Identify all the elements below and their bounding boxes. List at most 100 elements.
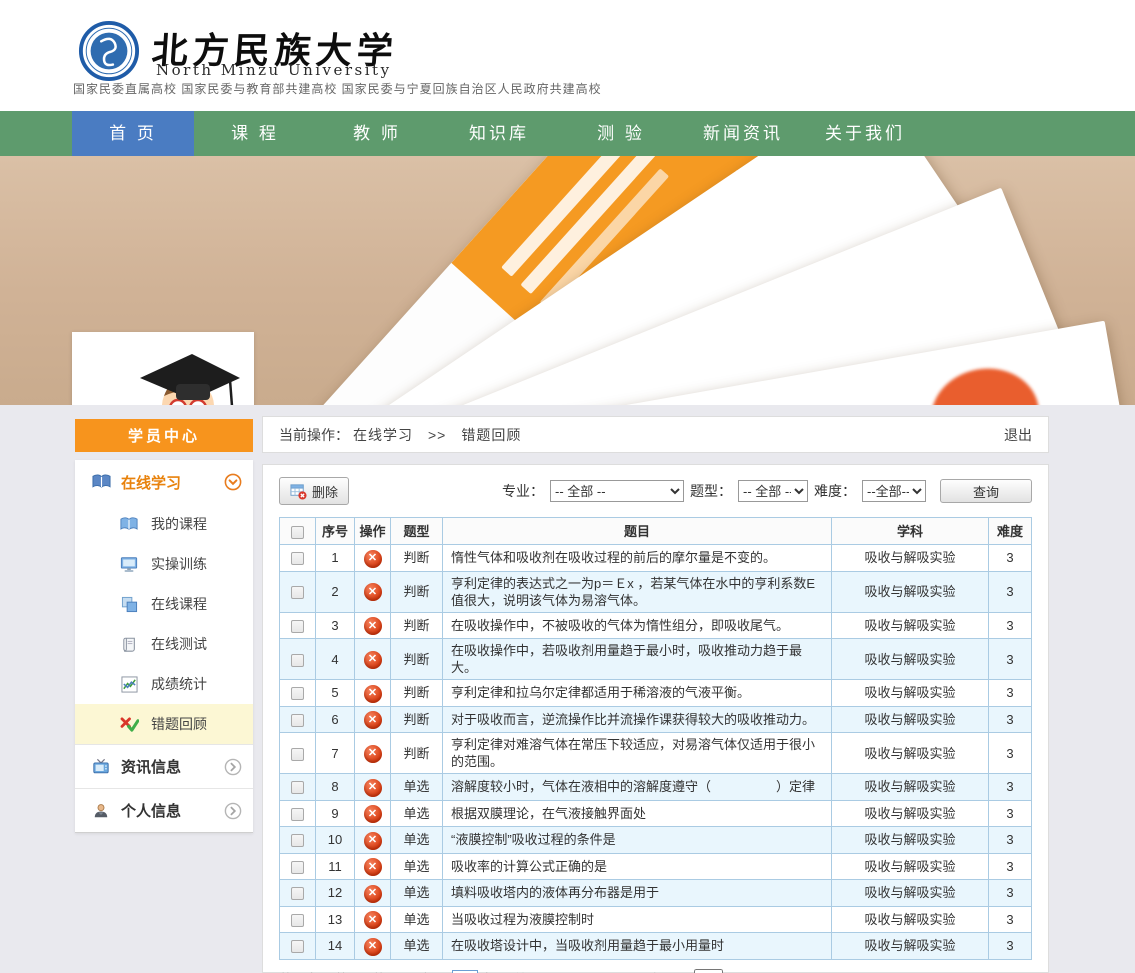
row-checkbox[interactable]: [291, 552, 304, 565]
delete-cross-icon[interactable]: ✕: [364, 805, 382, 823]
nav-item[interactable]: 新闻资讯: [682, 111, 804, 156]
sidebar-item[interactable]: 实操训练: [75, 544, 253, 584]
sidebar-item[interactable]: 错题回顾: [75, 704, 253, 744]
table-row: 14✕单选在吸收塔设计中，当吸收剂用量趋于最小用量时吸收与解吸实验3: [280, 933, 1032, 960]
nav-item[interactable]: 课 程: [194, 111, 316, 156]
tv-icon: [91, 757, 111, 777]
question-difficulty: 3: [989, 906, 1032, 933]
table-row: 13✕单选当吸收过程为液膜控制时吸收与解吸实验3: [280, 906, 1032, 933]
row-checkbox[interactable]: [291, 714, 304, 727]
nav-item[interactable]: 关于我们: [804, 111, 926, 156]
filter-select-major[interactable]: -- 全部 --: [550, 480, 684, 502]
question-title: 根据双膜理论，在气液接触界面处: [443, 800, 832, 827]
sidebar-item-label: 在线课程: [151, 594, 207, 614]
row-checkbox[interactable]: [291, 808, 304, 821]
delete-cross-icon[interactable]: ✕: [364, 711, 382, 729]
question-subject: 吸收与解吸实验: [832, 680, 989, 707]
question-title: 溶解度较小时，气体在液相中的溶解度遵守（ ）定律: [443, 774, 832, 801]
delete-cross-icon[interactable]: ✕: [364, 779, 382, 797]
pagination-link[interactable]: 末 页: [648, 969, 681, 973]
row-checkbox[interactable]: [291, 861, 304, 874]
sidebar-section-label: 在线学习: [121, 472, 223, 493]
sidebar-section[interactable]: 个人信息: [75, 788, 253, 832]
row-checkbox[interactable]: [291, 914, 304, 927]
row-checkbox[interactable]: [291, 620, 304, 633]
delete-button[interactable]: 删除: [279, 477, 349, 505]
row-checkbox[interactable]: [291, 834, 304, 847]
chevron-right-circle-icon[interactable]: [223, 801, 243, 821]
sidebar-item[interactable]: 在线测试: [75, 624, 253, 664]
filter-select-difficulty[interactable]: --全部--: [862, 480, 926, 502]
question-type: 单选: [391, 853, 443, 880]
pagination-link[interactable]: 上一页: [552, 969, 594, 973]
delete-cross-icon[interactable]: ✕: [364, 745, 382, 763]
breadcrumb-path: 在线学习 >> 错题回顾: [353, 425, 521, 445]
delete-cross-icon[interactable]: ✕: [364, 583, 382, 601]
table-delete-icon: [290, 483, 307, 500]
pagination-link[interactable]: 首 页: [514, 969, 547, 973]
sidebar-item-label: 我的课程: [151, 514, 207, 534]
question-subject: 吸收与解吸实验: [832, 906, 989, 933]
column-header: 操作: [355, 518, 391, 545]
nav-item[interactable]: 知识库: [438, 111, 560, 156]
delete-cross-icon[interactable]: ✕: [364, 858, 382, 876]
row-checkbox[interactable]: [291, 940, 304, 953]
page-number-select[interactable]: 1: [694, 969, 723, 973]
delete-cross-icon[interactable]: ✕: [364, 651, 382, 669]
select-all-checkbox[interactable]: [291, 526, 304, 539]
question-type: 判断: [391, 680, 443, 707]
row-number: 14: [316, 933, 355, 960]
nav-item[interactable]: 测 验: [560, 111, 682, 156]
nav-item[interactable]: 教 师: [316, 111, 438, 156]
pagination-links: 首 页 上一页 下一页 末 页: [511, 969, 684, 973]
table-row: 5✕判断亨利定律和拉乌尔定律都适用于稀溶液的气液平衡。吸收与解吸实验3: [280, 680, 1032, 707]
pagination-page-info: 第1页/共1页: [335, 969, 405, 973]
search-button[interactable]: 查询: [940, 479, 1032, 503]
row-checkbox[interactable]: [291, 781, 304, 794]
row-checkbox[interactable]: [291, 687, 304, 700]
filter-select-type[interactable]: -- 全部 --: [738, 480, 808, 502]
pagination-link[interactable]: 下一页: [600, 969, 642, 973]
logout-link[interactable]: 退出: [1004, 425, 1032, 445]
row-checkbox[interactable]: [291, 748, 304, 761]
person-icon: [91, 801, 111, 821]
question-title: 亨利定律对难溶气体在常压下较适应，对易溶气体仅适用于很小的范围。: [443, 733, 832, 774]
table-row: 10✕单选“液膜控制”吸收过程的条件是吸收与解吸实验3: [280, 827, 1032, 854]
delete-cross-icon[interactable]: ✕: [364, 832, 382, 850]
sidebar-section[interactable]: 在线学习: [75, 460, 253, 504]
sidebar-item[interactable]: 成绩统计: [75, 664, 253, 704]
nav-item[interactable]: 首 页: [72, 111, 194, 156]
sidebar-item[interactable]: 我的课程: [75, 504, 253, 544]
chevron-down-circle-icon[interactable]: [223, 472, 243, 492]
delete-cross-icon[interactable]: ✕: [364, 685, 382, 703]
delete-cross-icon[interactable]: ✕: [364, 938, 382, 956]
column-header: 序号: [316, 518, 355, 545]
chevron-right-circle-icon[interactable]: [223, 757, 243, 777]
question-subject: 吸收与解吸实验: [832, 612, 989, 639]
per-page-input[interactable]: [452, 970, 478, 973]
delete-cross-icon[interactable]: ✕: [364, 885, 382, 903]
column-header: 题目: [443, 518, 832, 545]
toolbar: 删除 专业：-- 全部 --题型：-- 全部 --难度：--全部-- 查询: [263, 465, 1048, 515]
question-title: 亨利定律和拉乌尔定律都适用于稀溶液的气液平衡。: [443, 680, 832, 707]
question-type: 单选: [391, 880, 443, 907]
sidebar-section-label: 个人信息: [121, 800, 223, 821]
sidebar-section[interactable]: 资讯信息: [75, 744, 253, 788]
sidebar-item-label: 在线测试: [151, 634, 207, 654]
table-row: 11✕单选吸收率的计算公式正确的是吸收与解吸实验3: [280, 853, 1032, 880]
sidebar-title-student-center[interactable]: 学员中心: [75, 419, 253, 452]
delete-cross-icon[interactable]: ✕: [364, 911, 382, 929]
delete-cross-icon[interactable]: ✕: [364, 550, 382, 568]
row-checkbox[interactable]: [291, 654, 304, 667]
question-title: 亨利定律的表达式之一为p＝Ｅx ，若某气体在水中的亨利系数E值很大，说明该气体为…: [443, 571, 832, 612]
question-subject: 吸收与解吸实验: [832, 827, 989, 854]
row-checkbox[interactable]: [291, 586, 304, 599]
row-checkbox[interactable]: [291, 887, 304, 900]
delete-cross-icon[interactable]: ✕: [364, 617, 382, 635]
student-card[interactable]: Engineering 学生1: [72, 332, 254, 405]
table-row: 6✕判断对于吸收而言，逆流操作比并流操作课获得较大的吸收推动力。吸收与解吸实验3: [280, 706, 1032, 733]
sidebar-item[interactable]: 在线课程: [75, 584, 253, 624]
row-number: 8: [316, 774, 355, 801]
question-type: 单选: [391, 827, 443, 854]
table-row: 3✕判断在吸收操作中，不被吸收的气体为惰性组分，即吸收尾气。吸收与解吸实验3: [280, 612, 1032, 639]
